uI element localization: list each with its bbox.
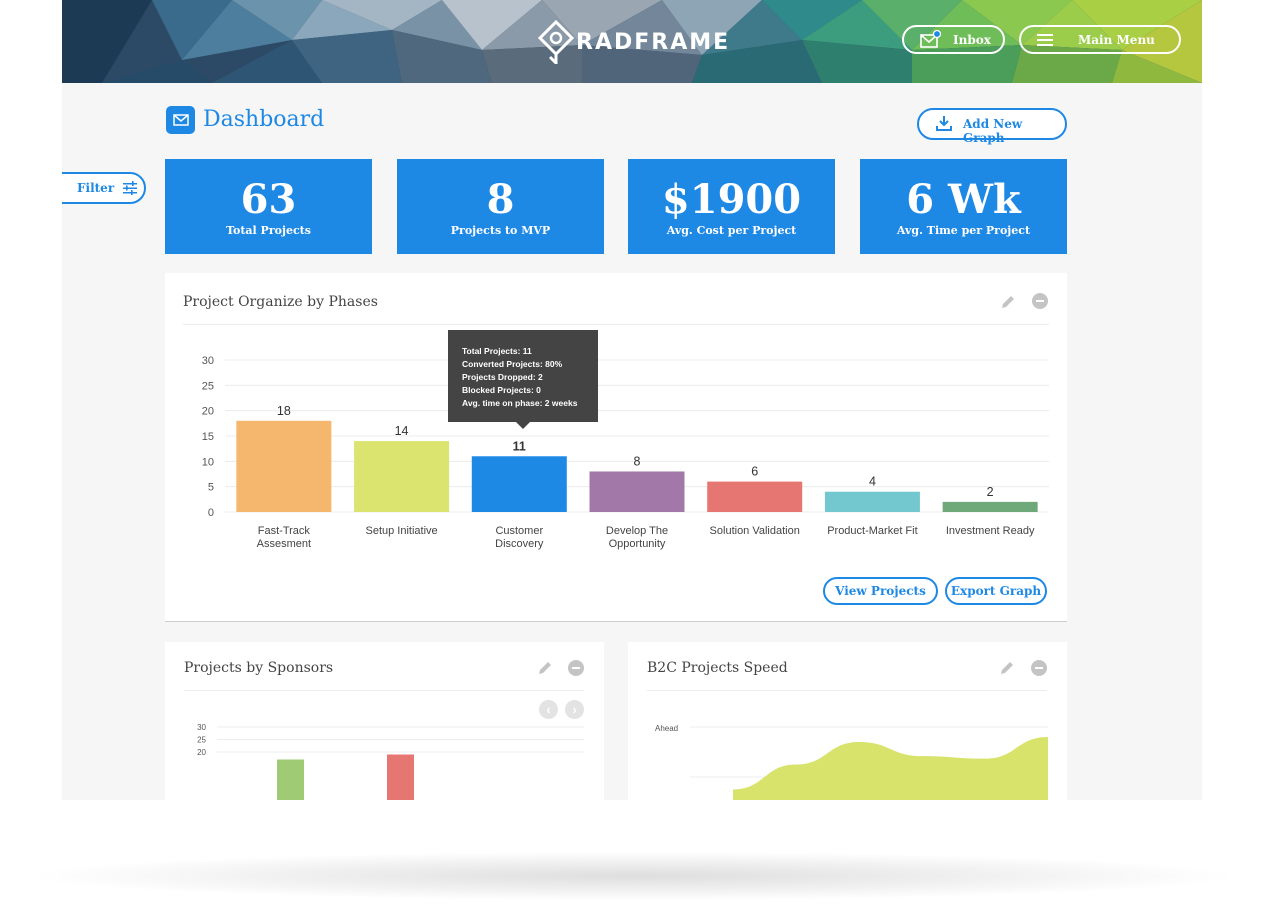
stat-label: Total Projects [226, 224, 311, 237]
bar-value-label: 4 [869, 475, 876, 489]
panel-title: B2C Projects Speed [647, 660, 788, 676]
main-menu-label: Main Menu [1078, 33, 1155, 47]
x-tick-label: Develop The [606, 525, 668, 537]
tooltip-line: Avg. time on phase: 2 weeks [462, 398, 578, 408]
view-projects-button[interactable]: View Projects [823, 577, 938, 605]
stat-label: Avg. Time per Project [896, 224, 1031, 237]
stat-label: Projects to MVP [450, 224, 551, 237]
stat-card-avg-cost[interactable]: $1900 Avg. Cost per Project [628, 159, 835, 254]
y-tick-label: 5 [208, 482, 214, 494]
x-tick-label: Assesment [257, 538, 311, 550]
y-tick-label: 20 [202, 406, 214, 418]
stat-value: 8 [486, 176, 515, 223]
speed-area-chart: Ahead [655, 724, 1048, 800]
menu-icon [1037, 34, 1053, 46]
x-tick-label: Investment Ready [946, 525, 1035, 537]
pencil-icon[interactable] [1000, 294, 1016, 310]
dashboard-icon [166, 106, 195, 134]
x-tick-label: Product-Market Fit [827, 525, 917, 537]
stat-card-projects-to-mvp[interactable]: 8 Projects to MVP [397, 159, 604, 254]
stat-card-avg-time[interactable]: 6 Wk Avg. Time per Project [860, 159, 1067, 254]
panel-divider [184, 690, 584, 691]
x-tick-label: Fast-Track [258, 525, 311, 537]
y-tick-label: 0 [208, 507, 214, 519]
bar [589, 471, 685, 512]
radframe-logo-icon [538, 20, 574, 64]
bar-value-label: 14 [395, 424, 409, 438]
stat-label: Avg. Cost per Project [666, 224, 797, 237]
panel-title: Projects by Sponsors [184, 660, 334, 676]
x-tick-label: Setup Initiative [365, 525, 437, 537]
x-tick-label: Opportunity [609, 538, 666, 550]
bar-value-label: 18 [277, 404, 291, 418]
bar [354, 441, 450, 512]
y-tick-label: 30 [202, 355, 214, 367]
sponsors-chart-panel: Projects by Sponsors ‹ › 20 25 30 [165, 642, 604, 800]
export-graph-button[interactable]: Export Graph [945, 577, 1047, 605]
filter-button[interactable]: Filter [62, 172, 146, 204]
phases-chart-panel: Project Organize by Phases 0 5 10 15 20 25 30 1… [165, 273, 1067, 622]
bar-value-label: 11 [513, 439, 526, 453]
bar [707, 481, 803, 512]
y-tick-label: Ahead [655, 724, 678, 733]
inbox-button[interactable]: Inbox [902, 25, 1005, 54]
y-tick-label: 10 [202, 456, 214, 468]
app-frame: RADFRAME Inbox Main Menu Filter Dashboar… [62, 0, 1202, 800]
pencil-icon[interactable] [999, 660, 1015, 676]
panel-divider [183, 324, 1049, 325]
filter-label: Filter [77, 181, 115, 195]
inbox-icon [920, 30, 942, 48]
stat-value: 63 [240, 176, 297, 223]
minus-circle-icon[interactable] [568, 660, 584, 676]
speed-chart-panel: B2C Projects Speed Ahead [628, 642, 1067, 800]
y-tick-label: 30 [197, 723, 206, 732]
stat-value: 6 Wk [906, 176, 1021, 223]
tooltip-line: Total Projects: 11 [462, 346, 532, 356]
sponsors-bar-chart: 20 25 30 [197, 723, 584, 800]
pencil-icon[interactable] [537, 660, 553, 676]
x-tick-label: Discovery [495, 538, 544, 550]
download-icon [936, 116, 952, 131]
bar-value-label: 8 [634, 454, 641, 468]
bar [471, 456, 567, 512]
y-tick-label: 15 [202, 431, 214, 443]
bar-tooltip: Total Projects: 11 Converted Projects: 8… [448, 330, 598, 429]
tooltip-line: Converted Projects: 80% [462, 359, 563, 369]
stat-card-total-projects[interactable]: 63 Total Projects [165, 159, 372, 254]
bar [277, 759, 304, 800]
area-series [733, 737, 1048, 800]
page-title: Dashboard [203, 107, 325, 132]
minus-circle-icon[interactable] [1032, 293, 1048, 309]
panel-title: Project Organize by Phases [183, 294, 378, 310]
x-tick-label: Customer [495, 525, 543, 537]
main-menu-button[interactable]: Main Menu [1019, 25, 1181, 54]
header: RADFRAME Inbox Main Menu [62, 0, 1202, 83]
bar-value-label: 6 [751, 465, 758, 479]
x-tick-label: Solution Validation [710, 525, 800, 537]
stat-value: $1900 [661, 176, 802, 223]
bar [236, 420, 332, 512]
y-tick-label: 25 [197, 736, 206, 745]
brand-logo[interactable]: RADFRAME [538, 20, 730, 64]
bar [824, 491, 920, 512]
y-tick-label: 25 [202, 380, 214, 392]
tooltip-line: Projects Dropped: 2 [462, 372, 543, 382]
add-new-graph-button[interactable]: Add New Graph [917, 108, 1067, 145]
brand-name: RADFRAME [576, 29, 731, 55]
bar [942, 501, 1038, 512]
bar [387, 754, 414, 800]
y-tick-label: 20 [197, 748, 206, 757]
inbox-label: Inbox [953, 33, 991, 47]
minus-circle-icon[interactable] [1031, 660, 1047, 676]
page-shadow [40, 852, 1228, 900]
bar-value-label: 2 [987, 485, 994, 499]
add-new-graph-label: Add New Graph [963, 117, 1023, 145]
tooltip-line: Blocked Projects: 0 [462, 385, 541, 395]
sliders-icon [123, 181, 137, 195]
panel-divider [647, 690, 1047, 691]
